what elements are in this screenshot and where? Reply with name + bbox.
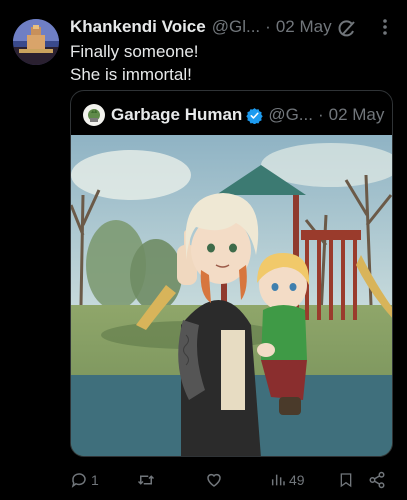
- tweet-action-bar: 1 49: [70, 468, 390, 492]
- tweet-date[interactable]: 02 May: [276, 17, 332, 37]
- analytics-icon: [271, 474, 285, 486]
- anime-illustration-image[interactable]: [71, 135, 392, 456]
- heart-icon: [207, 473, 221, 487]
- quoted-author-handle[interactable]: @G...: [268, 105, 313, 125]
- retweet-icon: [137, 475, 155, 485]
- share-icon: [369, 471, 385, 489]
- like-button[interactable]: [205, 468, 226, 492]
- reply-button[interactable]: 1: [70, 468, 99, 492]
- author-name[interactable]: Khankendi Voice: [70, 17, 206, 37]
- reply-icon: [71, 473, 86, 488]
- views-button[interactable]: 49: [270, 468, 305, 492]
- verified-badge-icon: [246, 107, 264, 124]
- separator-dot: ·: [265, 17, 271, 36]
- share-button[interactable]: [368, 468, 386, 492]
- author-handle[interactable]: @Gl...: [212, 17, 260, 37]
- bookmark-icon: [340, 473, 352, 488]
- quoted-tweet-date[interactable]: 02 May: [329, 105, 385, 125]
- quoted-tweet-header: Garbage Human @G... · 02 May: [83, 103, 385, 127]
- tweet-text-line: She is immortal!: [70, 65, 192, 84]
- author-avatar[interactable]: [13, 19, 59, 65]
- tweet-text: Finally someone! She is immortal!: [70, 40, 199, 86]
- grok-icon[interactable]: [336, 18, 358, 40]
- views-count: 49: [289, 472, 305, 488]
- separator-dot: ·: [317, 105, 324, 124]
- retweet-button[interactable]: [136, 468, 159, 492]
- quoted-author-avatar[interactable]: [83, 104, 105, 126]
- quoted-tweet[interactable]: Garbage Human @G... · 02 May: [70, 90, 393, 457]
- reply-count: 1: [91, 472, 99, 488]
- quoted-author-name[interactable]: Garbage Human: [111, 105, 242, 125]
- tweet-text-line: Finally someone!: [70, 42, 199, 61]
- bookmark-button[interactable]: [338, 468, 354, 492]
- more-options-icon[interactable]: [375, 16, 395, 38]
